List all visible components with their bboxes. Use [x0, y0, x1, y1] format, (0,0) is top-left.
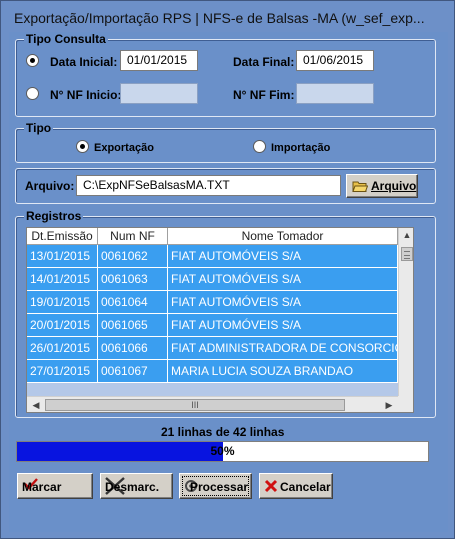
- arquivo-group: Arquivo: C:\ExpNFSeBalsasMA.TXT Arquivo: [15, 168, 436, 204]
- desmarcar-label: Desmarc.: [105, 480, 160, 494]
- horizontal-scrollbar[interactable]: ◀ III ▶: [27, 396, 398, 412]
- data-inicial-radio[interactable]: [26, 54, 39, 67]
- importacao-label: Importação: [271, 142, 331, 154]
- grid-cell[interactable]: 0061062: [98, 245, 168, 268]
- arquivo-input[interactable]: C:\ExpNFSeBalsasMA.TXT: [76, 175, 341, 196]
- registros-grid[interactable]: Dt.Emissão Num NF Nome Tomador 13/01/201…: [26, 227, 414, 413]
- column-header-dt-emissao[interactable]: Dt.Emissão: [27, 228, 98, 245]
- exportacao-radio[interactable]: [76, 140, 89, 153]
- grid-cell[interactable]: FIAT AUTOMÓVEIS S/A: [168, 314, 398, 337]
- cancel-x-icon: [264, 479, 278, 493]
- title-bar[interactable]: Exportação/Importação RPS | NFS-e de Bal…: [2, 2, 453, 32]
- registros-legend: Registros: [24, 209, 84, 223]
- progress-bar: 50%: [16, 441, 429, 462]
- cancelar-button[interactable]: Cancelar: [259, 473, 333, 499]
- scroll-right-icon[interactable]: ▶: [382, 400, 396, 411]
- scroll-up-icon[interactable]: ▲: [400, 230, 413, 240]
- column-header-nome-tomador[interactable]: Nome Tomador: [168, 228, 398, 245]
- nf-fim-label: N° NF Fim:: [233, 88, 295, 102]
- grid-cell[interactable]: MARIA LUCIA SOUZA BRANDAO: [168, 360, 398, 383]
- grid-cell[interactable]: 19/01/2015: [27, 291, 98, 314]
- grid-cell[interactable]: FIAT AUTOMÓVEIS S/A: [168, 291, 398, 314]
- cancelar-label: Cancelar: [280, 480, 331, 494]
- importacao-radio[interactable]: [253, 140, 266, 153]
- desmarcar-button[interactable]: Desmarc.: [100, 473, 173, 499]
- radio-dot-icon: [30, 58, 35, 63]
- grid-cell[interactable]: 0061064: [98, 291, 168, 314]
- scrollbar-corner: [398, 396, 413, 412]
- main-window: Exportação/Importação RPS | NFS-e de Bal…: [0, 0, 455, 539]
- arquivo-button-label: Arquivo: [371, 179, 417, 193]
- marcar-button[interactable]: Marcar: [17, 473, 93, 499]
- vertical-scroll-thumb[interactable]: [401, 247, 413, 261]
- grid-cell[interactable]: 26/01/2015: [27, 337, 98, 360]
- data-final-label: Data Final:: [233, 55, 295, 69]
- progress-percent: 50%: [210, 444, 235, 458]
- nf-inicio-label: N° NF Inicio:: [50, 88, 122, 102]
- grid-cell[interactable]: 14/01/2015: [27, 268, 98, 291]
- vertical-scrollbar[interactable]: ▲: [398, 228, 413, 396]
- exportacao-label: Exportação: [94, 142, 154, 154]
- horizontal-scroll-thumb[interactable]: III: [45, 399, 345, 411]
- grid-cell[interactable]: FIAT ADMINISTRADORA DE CONSORCIOS: [168, 337, 398, 360]
- tipo-consulta-legend: Tipo Consulta: [24, 32, 108, 46]
- nf-inicio-input[interactable]: [120, 83, 198, 104]
- data-inicial-input[interactable]: 01/01/2015: [120, 50, 198, 71]
- processar-label: Processar: [190, 480, 249, 494]
- nf-fim-input[interactable]: [296, 83, 374, 104]
- grid-cell[interactable]: FIAT AUTOMÓVEIS S/A: [168, 268, 398, 291]
- folder-open-icon: [352, 181, 368, 192]
- tipo-group: Tipo Exportação Importação: [15, 121, 436, 163]
- tipo-consulta-group: Tipo Consulta Data Inicial: 01/01/2015 D…: [15, 32, 436, 117]
- marcar-label: Marcar: [22, 480, 62, 494]
- grid-cell[interactable]: 0061063: [98, 268, 168, 291]
- data-final-input[interactable]: 01/06/2015: [296, 50, 374, 71]
- processar-button[interactable]: Processar: [179, 473, 252, 499]
- arquivo-button[interactable]: Arquivo: [346, 174, 418, 198]
- grid-cell[interactable]: 0061065: [98, 314, 168, 337]
- radio-dot-icon: [80, 144, 85, 149]
- column-header-num-nf[interactable]: Num NF: [98, 228, 168, 245]
- grid-cell[interactable]: 27/01/2015: [27, 360, 98, 383]
- grid-cell[interactable]: 20/01/2015: [27, 314, 98, 337]
- tipo-legend: Tipo: [24, 121, 54, 135]
- scroll-thumb-grip-icon: III: [191, 400, 199, 410]
- scroll-left-icon[interactable]: ◀: [29, 400, 43, 411]
- nf-inicio-radio[interactable]: [26, 87, 39, 100]
- grid-cell[interactable]: 0061067: [98, 360, 168, 383]
- grid-cell[interactable]: 0061066: [98, 337, 168, 360]
- arquivo-label: Arquivo:: [25, 179, 75, 193]
- data-inicial-label: Data Inicial:: [50, 55, 118, 69]
- window-title: Exportação/Importação RPS | NFS-e de Bal…: [14, 10, 425, 26]
- grid-cell[interactable]: 13/01/2015: [27, 245, 98, 268]
- grid-cell[interactable]: FIAT AUTOMÓVEIS S/A: [168, 245, 398, 268]
- lines-count-text: 21 linhas de 42 linhas: [161, 425, 285, 439]
